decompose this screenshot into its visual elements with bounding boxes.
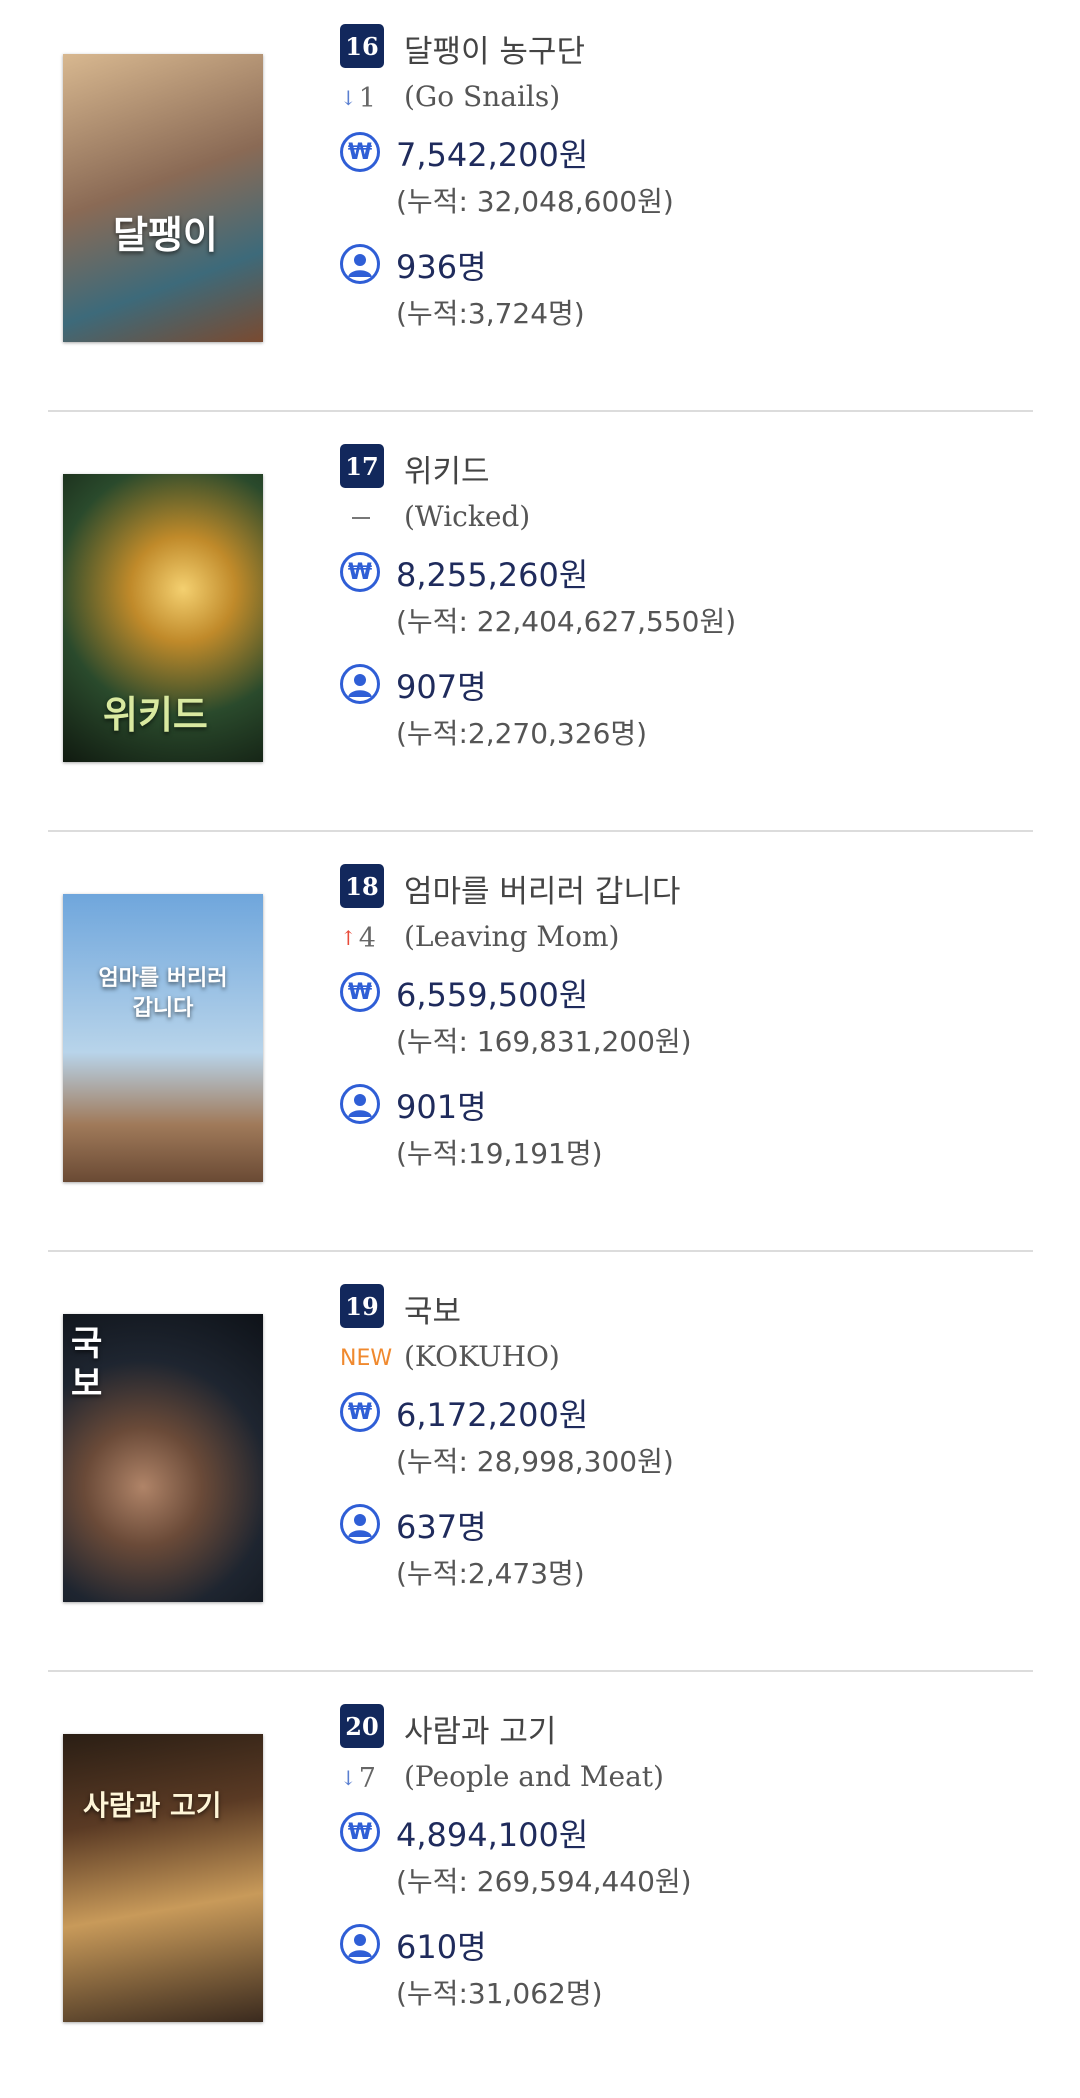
no-change-icon: [352, 517, 370, 519]
original-title: (Wicked): [404, 500, 531, 533]
cumulative-sales: (누적: 22,404,627,550원): [396, 605, 737, 638]
user-icon: [340, 664, 380, 704]
movie-title[interactable]: 국보: [404, 1286, 461, 1331]
arrow-down-icon: ↓: [340, 1766, 357, 1790]
movie-title[interactable]: 엄마를 버리러 갑니다: [404, 866, 680, 911]
original-title: (KOKUHO): [404, 1340, 560, 1373]
won-icon: ₩: [340, 1812, 380, 1852]
movie-title[interactable]: 위키드: [404, 446, 490, 491]
rank-badge: 16: [340, 24, 384, 68]
movie-title[interactable]: 달팽이 농구단: [404, 26, 585, 71]
cumulative-sales: (누적: 169,831,200원): [396, 1025, 692, 1058]
daily-sales: 6,172,200원: [396, 1396, 589, 1434]
movie-title[interactable]: 사람과 고기: [404, 1706, 556, 1751]
daily-audience: 901명: [396, 1088, 487, 1126]
won-icon: ₩: [340, 132, 380, 172]
cumulative-audience: (누적:19,191명): [396, 1137, 603, 1170]
list-item[interactable]: 달팽이 16 달팽이 농구단 ↓ 1 (Go Snails) ₩ 7,542,2…: [48, 0, 1033, 418]
list-item[interactable]: 위키드 17 위키드 (Wicked) ₩ 8,255,260원 (누적: 22…: [48, 420, 1033, 838]
movie-poster[interactable]: 달팽이: [63, 54, 263, 342]
divider: [48, 410, 1033, 412]
poster-text: 사람과 고기: [83, 1789, 222, 1822]
daily-audience: 936명: [396, 248, 487, 286]
cumulative-sales: (누적: 269,594,440원): [396, 1865, 692, 1898]
poster-text: 엄마를 버리러 갑니다: [98, 966, 228, 1021]
rank-change-value: 4: [358, 922, 376, 954]
cumulative-sales: (누적: 28,998,300원): [396, 1445, 674, 1478]
rank-change: ↑ 4: [340, 920, 400, 956]
daily-sales: 4,894,100원: [396, 1816, 589, 1854]
movie-poster[interactable]: 위키드: [63, 474, 263, 762]
rank-change: [340, 500, 400, 536]
divider: [48, 1670, 1033, 1672]
poster-text: 달팽이: [113, 213, 218, 257]
rank-badge: 17: [340, 444, 384, 488]
daily-sales: 6,559,500원: [396, 976, 589, 1014]
rank-change: ↓ 7: [340, 1760, 400, 1796]
original-title: (Go Snails): [404, 80, 561, 113]
rank-badge: 18: [340, 864, 384, 908]
daily-audience: 637명: [396, 1508, 487, 1546]
daily-sales: 8,255,260원: [396, 556, 589, 594]
movie-poster[interactable]: 사람과 고기: [63, 1734, 263, 2022]
poster-text: 위키드: [103, 693, 208, 737]
new-badge: NEW: [340, 1345, 393, 1371]
user-icon: [340, 244, 380, 284]
divider: [48, 1250, 1033, 1252]
rank-badge: 20: [340, 1704, 384, 1748]
cumulative-audience: (누적:3,724명): [396, 297, 585, 330]
rank-change-value: 7: [358, 1762, 376, 1794]
cumulative-audience: (누적:2,473명): [396, 1557, 585, 1590]
cumulative-audience: (누적:2,270,326명): [396, 717, 648, 750]
list-item[interactable]: 사람과 고기 20 사람과 고기 ↓ 7 (People and Meat) ₩…: [48, 1680, 1033, 2098]
cumulative-audience: (누적:31,062명): [396, 1977, 603, 2010]
daily-sales: 7,542,200원: [396, 136, 589, 174]
divider: [48, 830, 1033, 832]
arrow-down-icon: ↓: [340, 86, 357, 110]
list-item[interactable]: 국보 19 국보 NEW (KOKUHO) ₩ 6,172,200원 (누적: …: [48, 1260, 1033, 1678]
rank-change-value: 1: [358, 82, 376, 114]
movie-poster[interactable]: 엄마를 버리러 갑니다: [63, 894, 263, 1182]
user-icon: [340, 1084, 380, 1124]
poster-text: 국보: [71, 1324, 103, 1404]
movie-poster[interactable]: 국보: [63, 1314, 263, 1602]
user-icon: [340, 1504, 380, 1544]
won-icon: ₩: [340, 1392, 380, 1432]
rank-badge: 19: [340, 1284, 384, 1328]
won-icon: ₩: [340, 552, 380, 592]
rank-change: ↓ 1: [340, 80, 400, 116]
cumulative-sales: (누적: 32,048,600원): [396, 185, 674, 218]
original-title: (People and Meat): [404, 1760, 664, 1793]
daily-audience: 907명: [396, 668, 487, 706]
won-icon: ₩: [340, 972, 380, 1012]
arrow-up-icon: ↑: [340, 926, 357, 950]
original-title: (Leaving Mom): [404, 920, 620, 953]
list-item[interactable]: 엄마를 버리러 갑니다 18 엄마를 버리러 갑니다 ↑ 4 (Leaving …: [48, 840, 1033, 1258]
daily-audience: 610명: [396, 1928, 487, 1966]
user-icon: [340, 1924, 380, 1964]
